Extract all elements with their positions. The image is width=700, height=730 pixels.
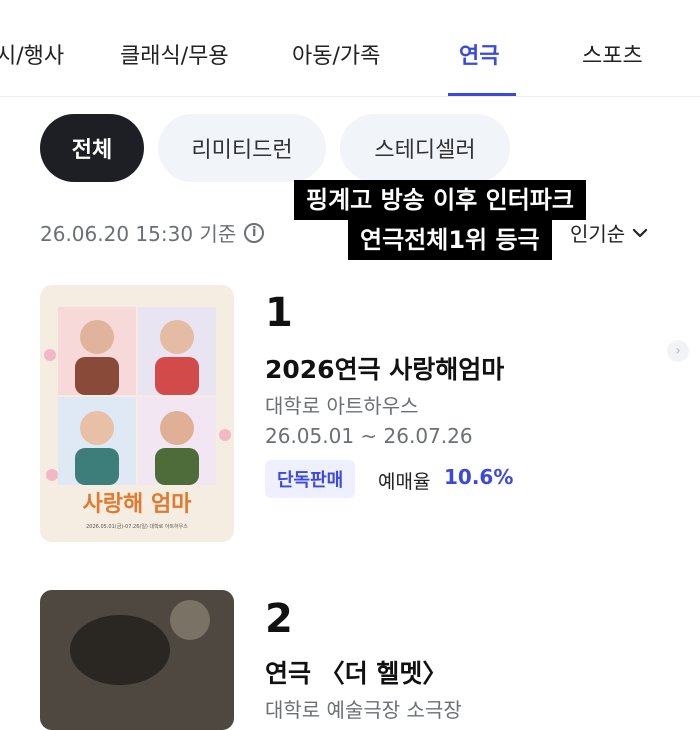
filter-chip-steady-seller[interactable]: 스테디셀러 <box>340 114 510 182</box>
show-period: 26.05.01 ~ 26.07.26 <box>265 424 473 448</box>
tab-kids-family[interactable]: 아동/가족 <box>292 38 380 70</box>
ranking-timestamp: 26.06.20 15:30 기준 i <box>40 218 265 247</box>
show-venue: 대학로 예술극장 소극장 <box>265 698 462 722</box>
poster-artwork: 사랑해 엄마 2026.05.01(금)-07.26(일) 대학로 아트하우스 <box>40 285 234 542</box>
active-tab-indicator <box>448 93 516 96</box>
info-icon[interactable]: i <box>244 222 265 243</box>
booking-rate-label: 예매율 <box>378 471 431 493</box>
sort-label: 인기순 <box>570 222 626 246</box>
overlay-caption-line2: 연극전체1위 등극 <box>348 220 552 260</box>
tab-sports[interactable]: 스포츠 <box>582 38 643 70</box>
show-title[interactable]: 2026연극 사랑해엄마 <box>265 350 504 386</box>
filter-chip-limited-run[interactable]: 리미티드런 <box>158 114 326 182</box>
show-venue: 대학로 아트하우스 <box>265 394 419 418</box>
tab-play[interactable]: 연극 <box>459 38 499 70</box>
rank-number: 2 <box>265 596 293 642</box>
timestamp-text: 26.06.20 15:30 기준 <box>40 222 237 246</box>
poster-image[interactable]: 사랑해 엄마 2026.05.01(금)-07.26(일) 대학로 아트하우스 <box>40 285 234 542</box>
poster-dates: 2026.05.01(금)-07.26(일) 대학로 아트하우스 <box>86 523 188 530</box>
chevron-down-icon <box>633 228 648 237</box>
poster-artwork <box>40 590 234 730</box>
overlay-caption-line1: 핑계고 방송 이후 인터파크 <box>294 180 586 220</box>
category-tabs: 시/행사 클래식/무용 아동/가족 연극 스포츠 <box>0 0 700 97</box>
filter-chip-all[interactable]: 전체 <box>40 114 144 182</box>
booking-rate-value: 10.6% <box>444 465 514 489</box>
tab-event[interactable]: 시/행사 <box>0 38 64 70</box>
rank-number: 1 <box>265 290 293 336</box>
chevron-right-icon[interactable]: › <box>667 340 689 362</box>
sort-dropdown[interactable]: 인기순 <box>570 218 649 247</box>
poster-title: 사랑해 엄마 <box>83 492 193 517</box>
tab-classic-dance[interactable]: 클래식/무용 <box>120 38 229 70</box>
exclusive-badge: 단독판매 <box>265 460 356 498</box>
poster-image[interactable] <box>40 590 234 730</box>
show-title[interactable]: 연극 〈더 헬멧〉 <box>265 654 447 690</box>
